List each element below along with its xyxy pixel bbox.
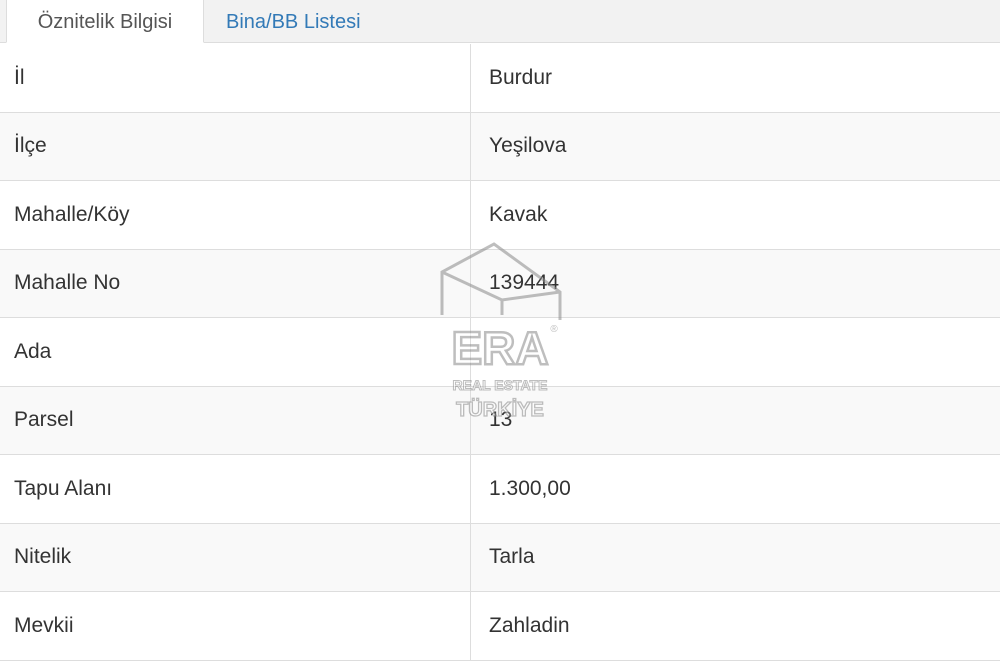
table-row: Mevkii Zahladin <box>0 592 1000 661</box>
row-label: Mahalle No <box>0 249 471 317</box>
tab-attribute-info[interactable]: Öznitelik Bilgisi <box>6 0 204 43</box>
row-value: 139444 <box>489 271 560 295</box>
table-row: Mahalle/Köy Kavak <box>0 181 1000 250</box>
tab-bar: Öznitelik Bilgisi Bina/BB Listesi <box>0 0 1000 43</box>
row-value: Kavak <box>489 202 548 226</box>
row-value: Burdur <box>489 65 553 89</box>
row-label: Mevkii <box>0 592 471 660</box>
row-label: Mahalle/Köy <box>0 181 471 249</box>
row-value <box>471 318 1000 386</box>
attribute-table: İl Burdur İlçe Yeşilova Mahalle/Köy Kava… <box>0 44 1000 661</box>
table-row: Ada <box>0 318 1000 387</box>
table-row: Nitelik Tarla <box>0 523 1000 592</box>
row-label: Parsel <box>0 386 471 454</box>
row-value: Zahladin <box>489 613 570 637</box>
table-row: İlçe Yeşilova <box>0 112 1000 181</box>
table-row: Tapu Alanı 1.300,00 <box>0 455 1000 524</box>
tab-label: Bina/BB Listesi <box>226 10 361 33</box>
table-row: Mahalle No 139444 <box>0 249 1000 318</box>
row-label: İl <box>0 44 471 112</box>
row-label: Tapu Alanı <box>0 455 471 523</box>
table-row: Parsel 13 <box>0 386 1000 455</box>
table-row: İl Burdur <box>0 44 1000 113</box>
tab-building-list[interactable]: Bina/BB Listesi <box>208 0 379 43</box>
row-value: Tarla <box>489 545 535 569</box>
row-value: Yeşilova <box>489 134 567 158</box>
row-value: 13 <box>489 408 513 432</box>
tab-label: Öznitelik Bilgisi <box>37 10 173 33</box>
row-label: İlçe <box>0 112 471 180</box>
row-label: Ada <box>0 318 471 386</box>
page: Öznitelik Bilgisi Bina/BB Listesi İl Bur… <box>0 0 1000 664</box>
row-value: 1.300,00 <box>489 476 571 500</box>
row-label: Nitelik <box>0 523 471 591</box>
